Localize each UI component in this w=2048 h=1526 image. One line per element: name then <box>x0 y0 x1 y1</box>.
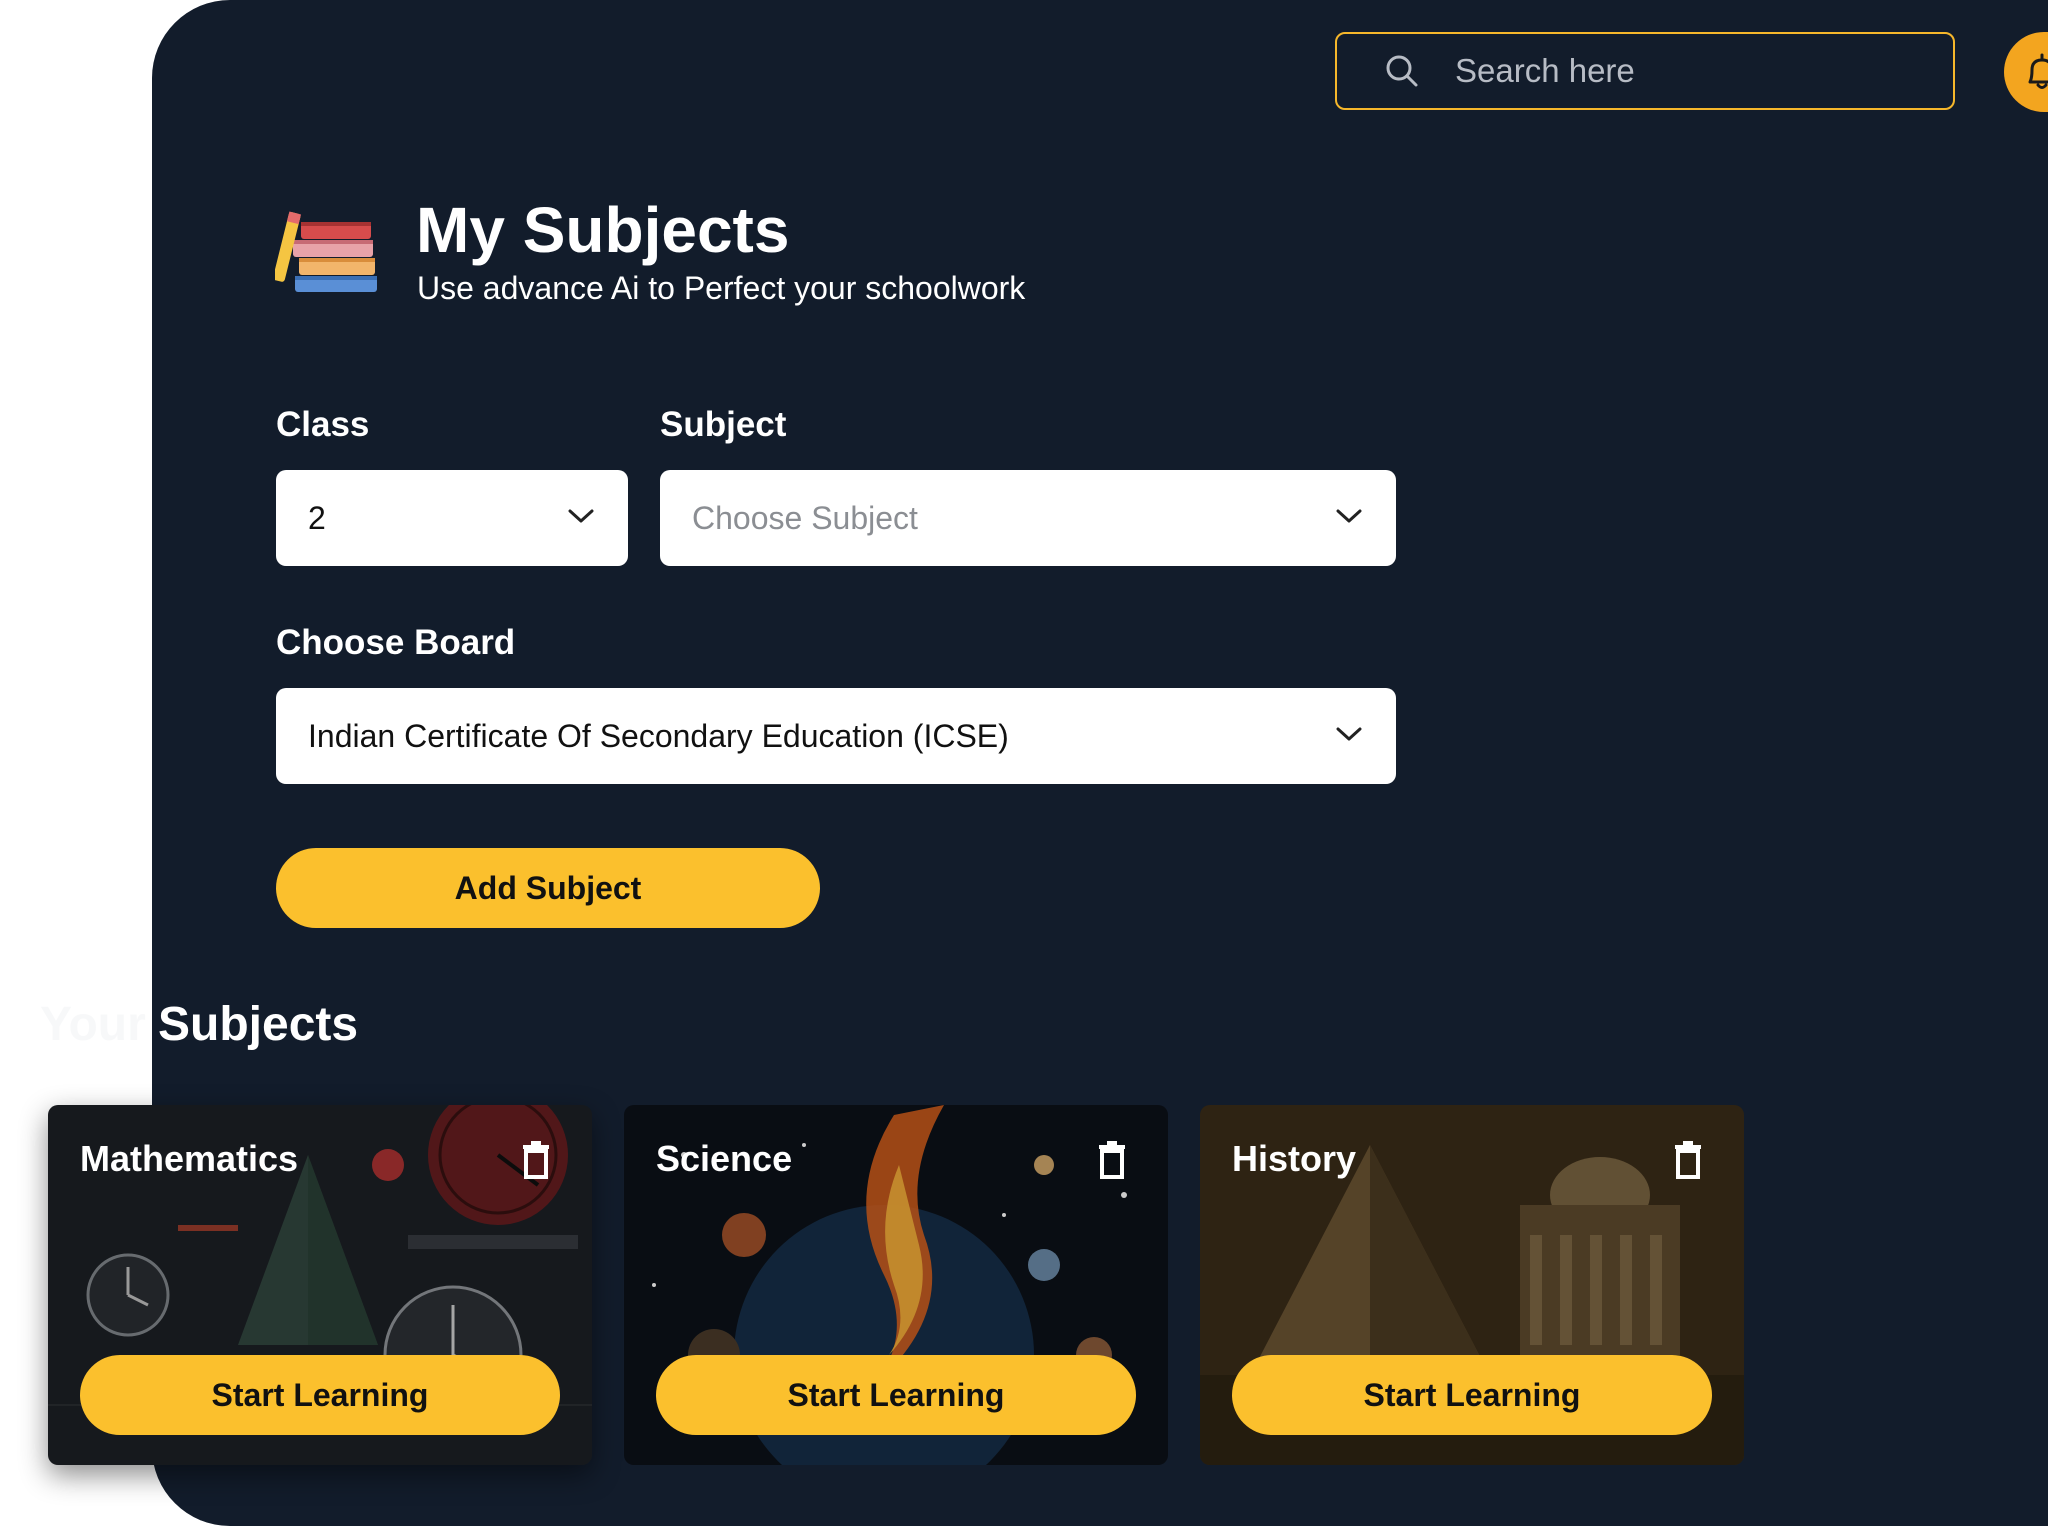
subject-card-mathematics: Mathematics Start Learning <box>48 1105 592 1465</box>
add-subject-button[interactable]: Add Subject <box>276 848 820 928</box>
board-select[interactable]: Indian Certificate Of Secondary Educatio… <box>276 688 1396 784</box>
section-title: Subjects <box>158 998 359 1051</box>
subject-card-science: Science Start Learning <box>624 1105 1168 1465</box>
bell-icon <box>2028 53 2048 89</box>
chevron-down-icon <box>568 509 594 523</box>
page-subtitle: Use advance Ai to Perfect your schoolwor… <box>417 270 1026 306</box>
start-learning-button[interactable]: Start Learning <box>1232 1355 1712 1435</box>
subject-card-history: History Start Learning <box>1200 1105 1744 1465</box>
chevron-down-icon <box>1336 727 1362 741</box>
subject-label: Subject <box>660 405 787 444</box>
class-label: Class <box>276 405 370 444</box>
start-learning-button[interactable]: Start Learning <box>80 1355 560 1435</box>
chevron-down-icon <box>1336 509 1362 523</box>
subject-card-title: Science <box>656 1138 793 1179</box>
start-learning-button[interactable]: Start Learning <box>656 1355 1136 1435</box>
subject-card-title: Mathematics <box>80 1138 299 1179</box>
search-input[interactable] <box>1453 51 1897 91</box>
class-value: 2 <box>308 499 326 536</box>
page-title: My Subjects <box>416 194 790 266</box>
subject-select[interactable]: Choose Subject <box>660 470 1396 566</box>
trash-icon[interactable] <box>1672 1141 1704 1179</box>
search-box[interactable] <box>1335 32 1955 110</box>
board-value: Indian Certificate Of Secondary Educatio… <box>308 717 1009 754</box>
subject-placeholder: Choose Subject <box>692 499 918 536</box>
trash-icon[interactable] <box>520 1141 552 1179</box>
board-label: Choose Board <box>276 623 516 662</box>
trash-icon[interactable] <box>1096 1141 1128 1179</box>
section-title-prefix: Your <box>40 998 146 1051</box>
search-icon <box>1386 55 1418 87</box>
books-icon <box>275 211 377 292</box>
subject-card-title: History <box>1232 1138 1357 1179</box>
class-select[interactable]: 2 <box>276 470 628 566</box>
